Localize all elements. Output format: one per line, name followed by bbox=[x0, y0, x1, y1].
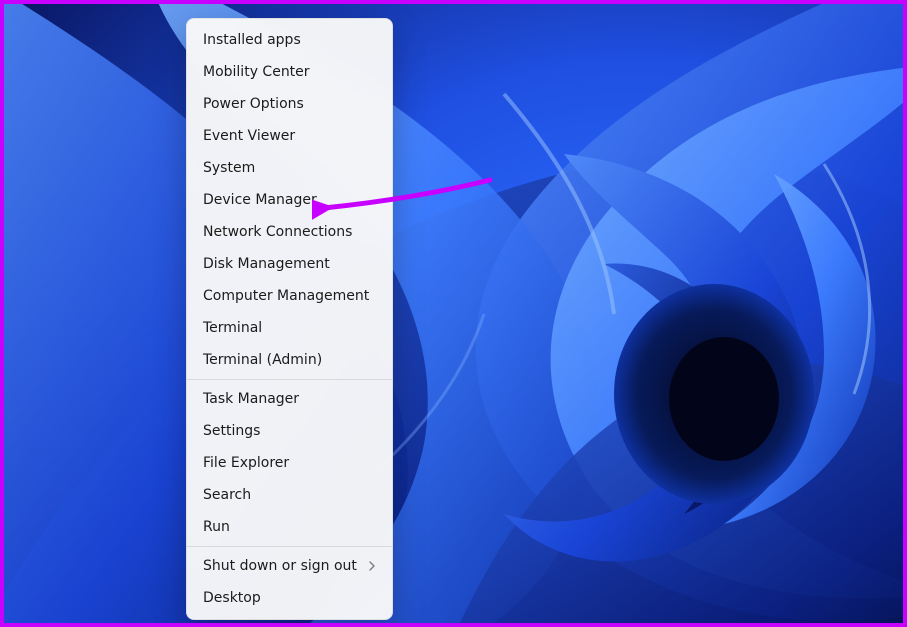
menu-item-label: Power Options bbox=[203, 95, 304, 113]
menu-item-power-options[interactable]: Power Options bbox=[187, 88, 392, 120]
menu-item-label: Computer Management bbox=[203, 287, 369, 305]
menu-item-label: Network Connections bbox=[203, 223, 352, 241]
menu-item-file-explorer[interactable]: File Explorer bbox=[187, 447, 392, 479]
menu-item-event-viewer[interactable]: Event Viewer bbox=[187, 120, 392, 152]
menu-separator bbox=[187, 546, 392, 547]
menu-item-label: Desktop bbox=[203, 589, 261, 607]
menu-separator bbox=[187, 379, 392, 380]
menu-item-label: Run bbox=[203, 518, 230, 536]
menu-item-label: Disk Management bbox=[203, 255, 330, 273]
menu-item-device-manager[interactable]: Device Manager bbox=[187, 184, 392, 216]
menu-item-label: Terminal bbox=[203, 319, 262, 337]
menu-item-settings[interactable]: Settings bbox=[187, 415, 392, 447]
menu-item-system[interactable]: System bbox=[187, 152, 392, 184]
menu-item-network-connections[interactable]: Network Connections bbox=[187, 216, 392, 248]
menu-item-label: Settings bbox=[203, 422, 260, 440]
menu-item-label: Mobility Center bbox=[203, 63, 310, 81]
menu-item-terminal[interactable]: Terminal bbox=[187, 312, 392, 344]
chevron-right-icon bbox=[368, 561, 376, 571]
menu-item-shut-down-or-sign-out[interactable]: Shut down or sign out bbox=[187, 550, 392, 582]
menu-item-run[interactable]: Run bbox=[187, 511, 392, 543]
menu-item-label: System bbox=[203, 159, 255, 177]
menu-item-label: Installed apps bbox=[203, 31, 301, 49]
menu-item-desktop[interactable]: Desktop bbox=[187, 582, 392, 614]
menu-item-installed-apps[interactable]: Installed apps bbox=[187, 24, 392, 56]
menu-item-search[interactable]: Search bbox=[187, 479, 392, 511]
menu-item-mobility-center[interactable]: Mobility Center bbox=[187, 56, 392, 88]
menu-item-computer-management[interactable]: Computer Management bbox=[187, 280, 392, 312]
menu-item-label: Task Manager bbox=[203, 390, 299, 408]
menu-item-disk-management[interactable]: Disk Management bbox=[187, 248, 392, 280]
menu-item-label: Search bbox=[203, 486, 251, 504]
screenshot-frame: Installed apps Mobility Center Power Opt… bbox=[0, 0, 907, 627]
menu-item-label: Device Manager bbox=[203, 191, 317, 209]
menu-item-terminal-admin[interactable]: Terminal (Admin) bbox=[187, 344, 392, 376]
menu-item-label: Terminal (Admin) bbox=[203, 351, 322, 369]
menu-item-label: Shut down or sign out bbox=[203, 557, 357, 575]
menu-item-task-manager[interactable]: Task Manager bbox=[187, 383, 392, 415]
desktop-wallpaper bbox=[4, 4, 903, 623]
menu-item-label: Event Viewer bbox=[203, 127, 295, 145]
winx-context-menu[interactable]: Installed apps Mobility Center Power Opt… bbox=[186, 18, 393, 620]
menu-item-label: File Explorer bbox=[203, 454, 289, 472]
